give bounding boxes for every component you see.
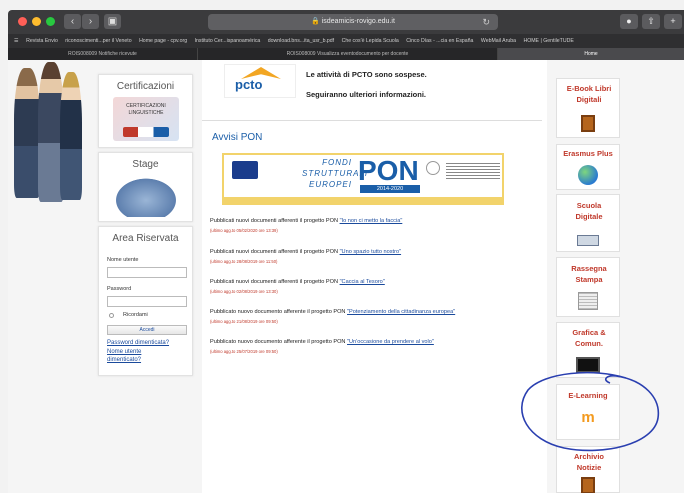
pon-news-date: (ultimo agg.to 02/08/2019 ore 13:30) [210,289,278,294]
pon-news-item: Pubblicato nuovo documento afferente il … [210,309,456,315]
eu-flag-icon [232,161,258,179]
certificazioni-box[interactable]: Certificazioni CERTIFICAZIONI LINGUISTIC… [98,74,193,148]
lock-icon: 🔒 [311,18,320,25]
pon-banner[interactable]: FONDI STRUTTURALI EUROPEI PON 2014-2020 [222,153,504,205]
pon-news-date: (ultimo agg.to 05/02/2020 ore 13:39) [210,228,278,233]
archive-icon [581,477,595,493]
tab-visualizza-evento[interactable]: ROIS008009 Visualizza eventodocumento pe… [198,48,498,60]
forward-icon[interactable]: › [82,14,99,29]
pcto-notice-line2: Seguiranno ulteriori informazioni. [306,90,427,99]
bookmarks-menu-icon[interactable]: ☰ [14,38,19,44]
sidebar-item-rassegna-stampa[interactable]: Rassegna Stampa [556,257,620,317]
close-window-icon[interactable] [18,17,27,26]
forgot-password-link[interactable]: Password dimenticata? [107,340,197,348]
area-riservata-title: Area Riservata [112,233,179,244]
pon-news-item: Pubblicato nuovo documento afferente il … [210,339,434,345]
bookmark-item[interactable]: WebMail Aruba [481,38,516,44]
pon-news-date: (ultimo agg.to 21/08/2019 ore 09:50) [210,319,278,324]
certificazioni-image: CERTIFICAZIONI LINGUISTICHE [113,97,179,141]
bookmarks-bar: ☰ Revista Envio riconoscimenti...per il … [8,34,684,48]
bookmark-item[interactable]: riconoscimenti...per il Veneto [65,38,131,44]
login-box: Area Riservata Nome utente Password Rico… [98,226,193,376]
bookmark-item[interactable]: Revista Envio [26,38,58,44]
password-input[interactable] [107,296,187,307]
italian-emblem-icon [426,161,440,175]
username-label: Nome utente [107,257,139,263]
pon-news-item: Pubblicati nuovi documenti afferenti il … [210,279,385,285]
reload-icon[interactable]: ↻ [482,18,490,27]
globe-icon [578,165,598,185]
maximize-window-icon[interactable] [46,17,55,26]
projector-icon [577,235,599,246]
sidebar-toggle-icon[interactable]: ▣ [104,14,121,29]
europe-map-image [111,175,181,217]
pon-news-link[interactable]: "Un'occasione da prendere al volo" [347,339,434,345]
tab-notifiche[interactable]: ROIS008009 Notifiche ricevute [8,48,198,60]
pon-logo: PON [358,155,419,186]
handdrawn-circle-annotation [521,371,660,452]
certificazioni-title: Certificazioni [116,81,175,92]
students-image [8,60,90,493]
bookmark-item[interactable]: download.bns...ita_usr_b.pdf [268,38,334,44]
bookmark-item[interactable]: Cinco Días - ...cia en España [406,38,473,44]
sidebar-item-ebook[interactable]: E-Book Libri Digitali [556,78,620,138]
back-icon[interactable]: ‹ [64,14,81,29]
bookmark-item[interactable]: HOME | GentileTUDE [523,38,573,44]
newspaper-icon [578,292,598,310]
pcto-logo: pcto [224,64,296,98]
minimize-window-icon[interactable] [32,17,41,26]
browser-titlebar: ‹ › ▣ 🔒 isdeamicis-rovigo.edu.it ↻ ● ⇧ + [8,10,684,34]
address-bar-url: isdeamicis-rovigo.edu.it [321,18,395,25]
remember-label: Ricordami [123,312,148,318]
stage-box[interactable]: Stage [98,152,193,222]
web-page: Certificazioni CERTIFICAZIONI LINGUISTIC… [8,60,684,493]
tab-home[interactable]: Home [498,48,684,60]
password-label: Password [107,286,132,292]
pon-news-link[interactable]: "Caccia al Tesoro" [340,279,385,285]
sidebar-item-scuola-digitale[interactable]: Scuola Digitale [556,194,620,252]
pon-news-date: (ultimo agg.to 28/08/2019 ore 11:50) [210,259,278,264]
bookmark-item[interactable]: Home page - cpv.org [139,38,187,44]
tab-bar: ROIS008009 Notifiche ricevute ROIS008009… [8,48,684,60]
share-icon[interactable]: ⇧ [642,14,660,29]
pon-heading: Avvisi PON [212,132,263,143]
pon-news-date: (ultimo agg.to 25/07/2019 ore 09:50) [210,349,278,354]
new-tab-icon[interactable]: + [664,14,682,29]
pon-news-item: Pubblicati nuovi documenti afferenti il … [210,218,403,224]
stage-title: Stage [132,159,159,170]
screenshot-frame: ‹ › ▣ 🔒 isdeamicis-rovigo.edu.it ↻ ● ⇧ +… [0,0,684,493]
bookmark-item[interactable]: Che cos'è Lepida Scuola [342,38,399,44]
pon-news-item: Pubblicati nuovi documenti afferenti il … [210,249,402,255]
pcto-notice-line1: Le attività di PCTO sono sospese. [306,70,427,79]
forgot-username-link[interactable]: Nome utente dimenticato? [107,349,151,364]
remember-checkbox[interactable] [109,313,114,318]
extension-icon[interactable]: ● [620,14,638,29]
pon-news-link[interactable]: "Io non ci metto la faccia" [340,218,403,224]
book-icon [581,115,595,132]
login-button[interactable]: Accedi [107,325,187,335]
address-bar[interactable]: 🔒 isdeamicis-rovigo.edu.it ↻ [208,14,498,30]
bookmark-item[interactable]: Instituto Cer...ispanoamérica [195,38,261,44]
pon-news-link[interactable]: "Potenziamento della cittadinanza europe… [347,309,455,315]
pon-news-link[interactable]: "Uno spazio tutto nostro" [340,249,402,255]
main-content: pcto Le attività di PCTO sono sospese. S… [202,60,547,493]
username-input[interactable] [107,267,187,278]
sidebar-item-erasmus[interactable]: Erasmus Plus [556,144,620,190]
